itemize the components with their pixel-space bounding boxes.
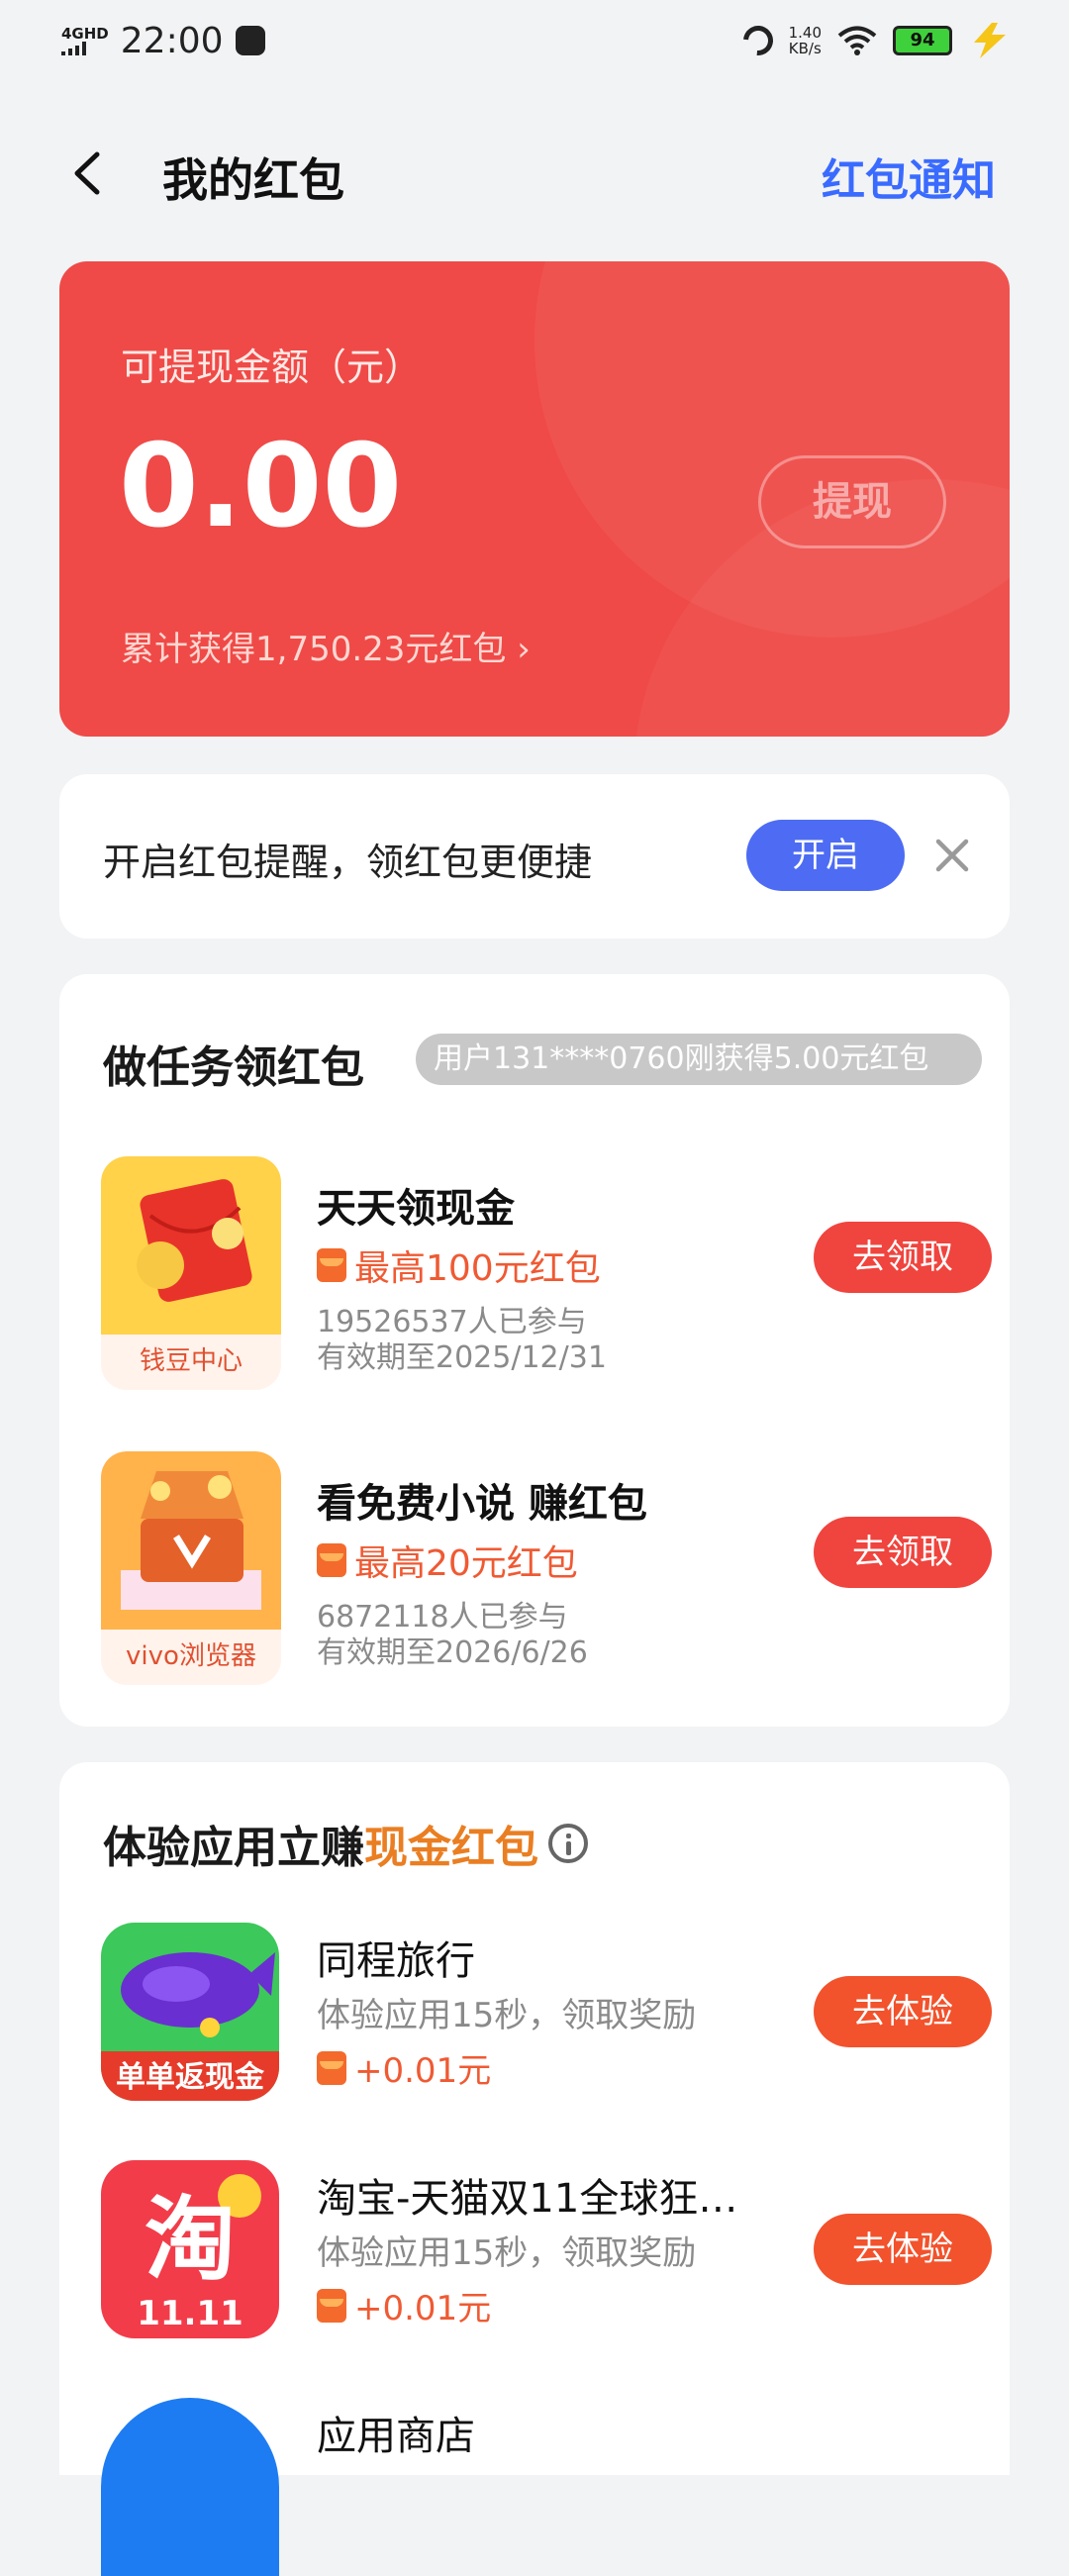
red-packet-notice-link[interactable]: 红包通知 bbox=[822, 145, 996, 208]
task-expiry: 有效期至2026/6/26 bbox=[317, 1635, 588, 1670]
balance-label: 可提现金额（元） bbox=[121, 346, 423, 389]
task-name: 看免费小说 赚红包 bbox=[317, 1481, 647, 1527]
app-name: 同程旅行 bbox=[317, 1938, 475, 1984]
app-icon-sublabel: 11.11 bbox=[137, 2294, 243, 2333]
try-app-button[interactable]: 去体验 bbox=[814, 2214, 992, 2285]
task-app-icon: 钱豆中心 bbox=[101, 1156, 281, 1390]
app-icon: 淘 11.11 bbox=[101, 2160, 279, 2338]
task-reward: 最高100元红包 bbox=[317, 1239, 601, 1291]
app-icon bbox=[101, 2398, 279, 2576]
signal-bars-icon bbox=[61, 41, 86, 55]
speed-unit: KB/s bbox=[788, 40, 822, 57]
task-meta: 6872118人已参与 有效期至2026/6/26 bbox=[317, 1600, 588, 1671]
experience-title: 体验应用立赚 现金红包 bbox=[103, 1812, 588, 1875]
status-bar: 4GHD 22:00 1.40 KB/s 94 bbox=[0, 0, 1069, 81]
app-icon-label: 淘 bbox=[145, 2187, 236, 2293]
app-name: 淘宝-天猫双11全球狂… bbox=[317, 2176, 738, 2222]
clock: 22:00 bbox=[120, 20, 224, 61]
balance-amount: 0.00 bbox=[119, 420, 403, 553]
reminder-banner: 开启红包提醒，领红包更便捷 开启 bbox=[59, 774, 1010, 939]
task-meta: 19526537人已参与 有效期至2025/12/31 bbox=[317, 1305, 607, 1376]
task-reward-text: 最高20元红包 bbox=[354, 1543, 578, 1584]
app-reward-text: +0.01元 bbox=[354, 2289, 492, 2328]
task-item: 钱豆中心 天天领现金 最高100元红包 19526537人已参与 有效期至202… bbox=[101, 1156, 992, 1394]
app-reward-text: +0.01元 bbox=[354, 2051, 492, 2091]
page-title: 我的红包 bbox=[162, 153, 344, 207]
info-icon[interactable] bbox=[548, 1824, 588, 1863]
task-expiry: 有效期至2025/12/31 bbox=[317, 1340, 607, 1375]
task-app-caption: vivo浏览器 bbox=[126, 1641, 256, 1671]
tasks-section: 做任务领红包 用户131****0760刚获得5.00元红包 钱豆中心 天天领现… bbox=[59, 974, 1010, 1727]
red-packet-icon bbox=[317, 2288, 346, 2323]
task-item: vivo浏览器 看免费小说 赚红包 最高20元红包 6872118人已参与 有效… bbox=[101, 1451, 992, 1689]
red-packet-icon bbox=[317, 1543, 346, 1577]
task-participants: 19526537人已参与 bbox=[317, 1305, 587, 1339]
network-speed: 1.40 KB/s bbox=[789, 25, 822, 56]
task-reward: 最高20元红包 bbox=[317, 1535, 578, 1586]
header: 我的红包 红包通知 bbox=[0, 129, 1069, 218]
app-icon: 单单返现金 bbox=[101, 1923, 279, 2101]
experience-title-highlight: 现金红包 bbox=[364, 1823, 538, 1873]
wifi-icon bbox=[837, 26, 877, 55]
status-left: 4GHD 22:00 bbox=[61, 21, 265, 61]
task-participants: 6872118人已参与 bbox=[317, 1600, 568, 1635]
app-item: 单单返现金 同程旅行 体验应用15秒，领取奖励 +0.01元 去体验 bbox=[101, 1923, 992, 2101]
task-name: 天天领现金 bbox=[317, 1186, 515, 1232]
reward-ticker: 用户131****0760刚获得5.00元红包 bbox=[416, 1034, 982, 1085]
claim-button[interactable]: 去领取 bbox=[814, 1517, 992, 1588]
app-item: 应用商店 bbox=[101, 2398, 992, 2576]
app-item: 淘 11.11 淘宝-天猫双11全球狂… 体验应用15秒，领取奖励 +0.01元… bbox=[101, 2160, 992, 2338]
reminder-text: 开启红包提醒，领红包更便捷 bbox=[103, 841, 593, 884]
app-reward: +0.01元 bbox=[317, 2043, 491, 2092]
close-icon[interactable] bbox=[930, 834, 974, 877]
experience-apps-section: 体验应用立赚 现金红包 单单返现金 同程旅行 体验应用15秒，领取奖励 +0.0… bbox=[59, 1762, 1010, 2576]
task-app-caption: 钱豆中心 bbox=[139, 1346, 243, 1376]
speed-value: 1.40 bbox=[788, 24, 822, 42]
app-store-icon bbox=[101, 2398, 279, 2576]
total-earned-link[interactable]: 累计获得1,750.23元红包 › bbox=[121, 622, 531, 670]
app-reward: +0.01元 bbox=[317, 2281, 491, 2329]
notification-app-icon bbox=[235, 26, 265, 55]
charging-bolt-icon bbox=[974, 23, 1006, 58]
status-right: 1.40 KB/s 94 bbox=[736, 19, 1010, 62]
signal-indicator: 4GHD bbox=[61, 24, 109, 55]
red-packet-icon bbox=[317, 2050, 346, 2085]
treasure-chest-icon bbox=[101, 1451, 281, 1630]
app-name: 应用商店 bbox=[317, 2414, 475, 2459]
claim-button[interactable]: 去领取 bbox=[814, 1222, 992, 1293]
battery-icon: 94 bbox=[893, 26, 952, 55]
task-app-icon: vivo浏览器 bbox=[101, 1451, 281, 1685]
red-envelope-icon bbox=[101, 1156, 281, 1335]
tasks-title: 做任务领红包 bbox=[103, 1042, 364, 1093]
network-type: 4GHD bbox=[61, 24, 109, 43]
do-not-disturb-icon bbox=[736, 19, 779, 62]
task-reward-text: 最高100元红包 bbox=[354, 1248, 601, 1289]
taobao-icon: 淘 11.11 bbox=[101, 2160, 279, 2338]
whale-icon: 单单返现金 bbox=[101, 1923, 279, 2101]
enable-reminder-button[interactable]: 开启 bbox=[746, 820, 905, 891]
app-desc: 体验应用15秒，领取奖励 bbox=[317, 1996, 697, 2035]
balance-card: 可提现金额（元） 0.00 提现 累计获得1,750.23元红包 › bbox=[59, 261, 1010, 737]
withdraw-button[interactable]: 提现 bbox=[758, 455, 946, 548]
back-arrow-icon[interactable] bbox=[69, 150, 105, 196]
red-packet-icon bbox=[317, 1248, 346, 1282]
app-icon-label: 单单返现金 bbox=[116, 2060, 265, 2095]
try-app-button[interactable]: 去体验 bbox=[814, 1976, 992, 2047]
experience-title-text: 体验应用立赚 bbox=[103, 1823, 364, 1873]
app-desc: 体验应用15秒，领取奖励 bbox=[317, 2233, 697, 2273]
